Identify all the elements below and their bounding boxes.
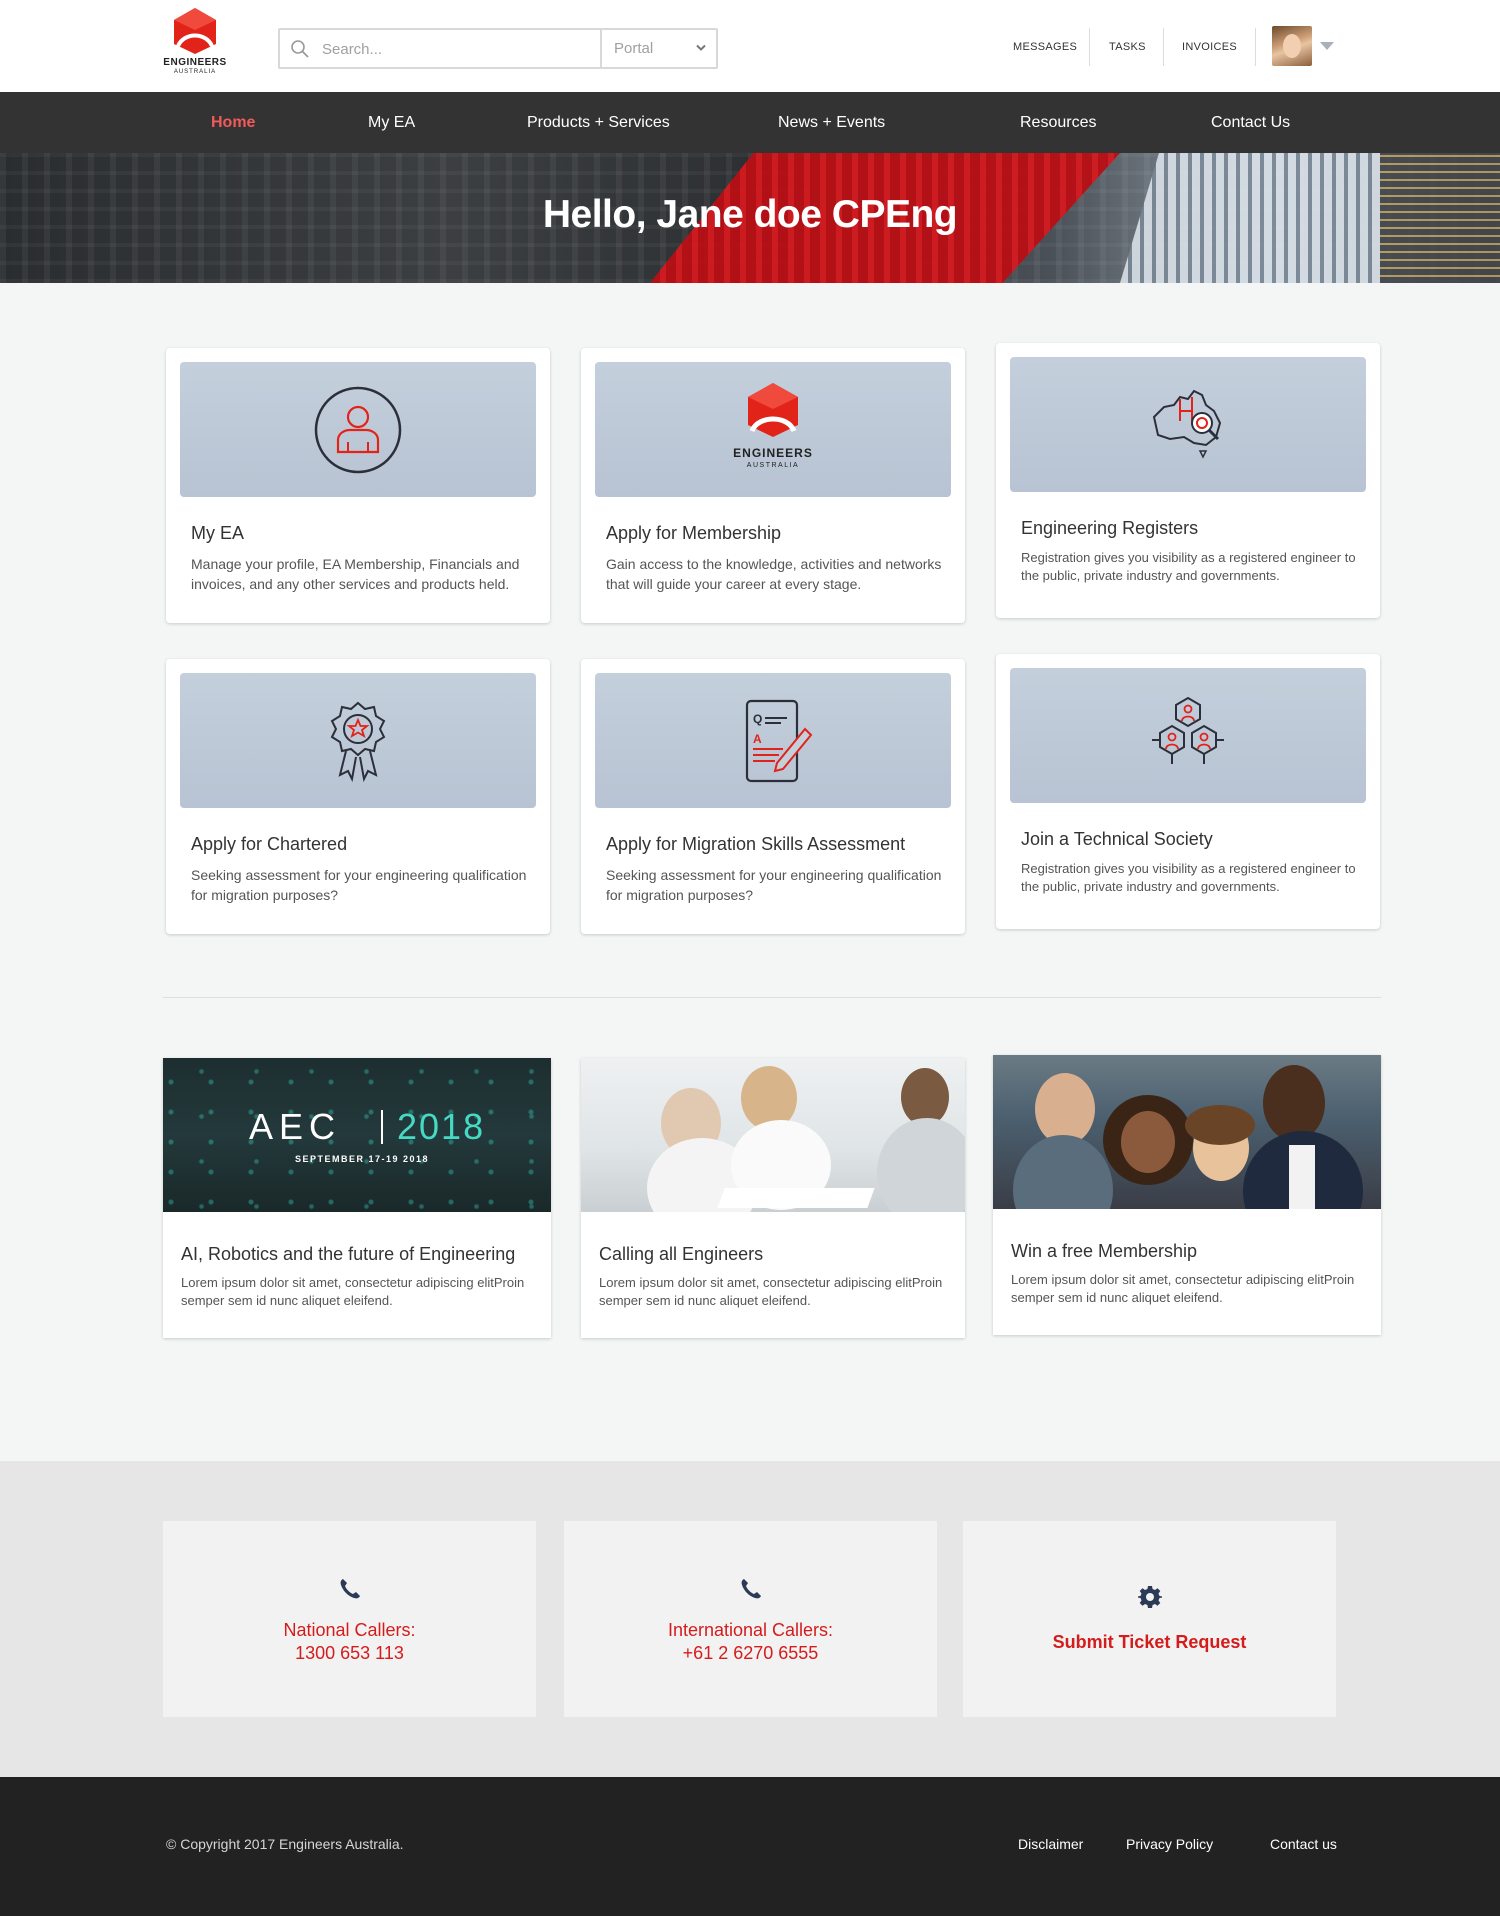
nav-news-events[interactable]: News + Events <box>778 92 885 153</box>
avatar[interactable] <box>1272 26 1312 66</box>
footer: © Copyright 2017 Engineers Australia. Di… <box>0 1777 1500 1916</box>
award-badge-icon <box>330 701 386 782</box>
international-callers-number[interactable]: +61 2 6270 6555 <box>564 1642 937 1665</box>
photo-table-paper <box>717 1188 875 1208</box>
card-title: Join a Technical Society <box>1021 829 1213 849</box>
nav-products-services[interactable]: Products + Services <box>527 92 670 153</box>
logo-text-australia: AUSTRALIA <box>173 69 217 75</box>
card-title: Apply for Chartered <box>191 834 348 854</box>
news-description: Lorem ipsum dolor sit amet, consectetur … <box>181 1275 525 1308</box>
card-description: Gain access to the knowledge, activities… <box>606 556 942 592</box>
svg-text:A: A <box>753 732 762 746</box>
gear-icon <box>1137 1586 1162 1608</box>
aec-banner-date: SEPTEMBER 17-19 2018 <box>295 1154 430 1164</box>
national-callers-label: National Callers: <box>283 1620 416 1640</box>
news-card-ai-robotics[interactable]: AEC 2018 SEPTEMBER 17-19 2018 AI, Roboti… <box>163 1058 551 1338</box>
nav-home[interactable]: Home <box>211 92 255 153</box>
international-callers-box[interactable]: International Callers: +61 2 6270 6555 <box>564 1521 937 1717</box>
footer-contact-link[interactable]: Contact us <box>1270 1836 1337 1852</box>
photo-person <box>1263 1065 1325 1141</box>
aec-banner-word: AEC <box>249 1106 342 1147</box>
news-description: Lorem ipsum dolor sit amet, consectetur … <box>599 1275 943 1308</box>
top-link-separator <box>1163 28 1164 66</box>
nav-resources[interactable]: Resources <box>1020 92 1096 153</box>
support-section: National Callers: 1300 653 113 Internati… <box>0 1461 1500 1777</box>
caret-down-icon[interactable] <box>1320 42 1334 50</box>
card-thumb: ENGINEERS AUSTRALIA <box>595 362 951 497</box>
happy-group-photo <box>993 1055 1381 1209</box>
footer-privacy-link[interactable]: Privacy Policy <box>1126 1836 1213 1852</box>
card-thumb: Q A <box>595 673 951 808</box>
card-engineering-registers[interactable]: Engineering Registers Registration gives… <box>996 343 1380 618</box>
card-thumb <box>1010 357 1366 492</box>
card-migration-skills[interactable]: Q A Apply for Migration Skills Assessmen… <box>581 659 965 934</box>
aec-banner-separator <box>381 1110 383 1144</box>
footer-disclaimer-link[interactable]: Disclaimer <box>1018 1836 1083 1852</box>
card-description: Seeking assessment for your engineering … <box>191 867 527 903</box>
photo-person <box>1013 1135 1113 1209</box>
card-apply-chartered[interactable]: Apply for Chartered Seeking assessment f… <box>166 659 550 934</box>
top-header: ENGINEERS AUSTRALIA Portal MESSAGES TASK… <box>0 0 1500 92</box>
section-divider <box>163 997 1381 998</box>
news-title: Calling all Engineers <box>599 1244 764 1264</box>
ea-logo-icon: ENGINEERS AUSTRALIA <box>733 382 813 469</box>
card-description: Manage your profile, EA Membership, Fina… <box>191 556 520 592</box>
svg-text:Q: Q <box>753 712 762 726</box>
top-link-separator <box>1089 28 1090 66</box>
phone-icon <box>340 1579 360 1599</box>
engineers-meeting-photo <box>581 1058 965 1212</box>
news-card-win-membership[interactable]: Win a free Membership Lorem ipsum dolor … <box>993 1055 1381 1335</box>
svg-text:ENGINEERS: ENGINEERS <box>733 446 813 460</box>
card-description: Registration gives you visibility as a r… <box>1021 861 1356 894</box>
news-card-calling-engineers[interactable]: Calling all Engineers Lorem ipsum dolor … <box>581 1058 965 1338</box>
main-nav: Home My EA Products + Services News + Ev… <box>0 92 1500 153</box>
news-title: Win a free Membership <box>1011 1241 1198 1261</box>
card-title: Engineering Registers <box>1021 518 1199 538</box>
card-description: Seeking assessment for your engineering … <box>606 867 942 903</box>
photo-person <box>1185 1105 1255 1145</box>
card-description: Registration gives you visibility as a r… <box>1021 550 1356 583</box>
invoices-link[interactable]: INVOICES <box>1182 28 1237 66</box>
hero-greeting: Hello, Jane doe CPEng <box>542 193 958 236</box>
avatar-face <box>1283 34 1301 58</box>
aec-banner-year: 2018 <box>397 1106 486 1147</box>
card-thumb <box>180 673 536 808</box>
user-circle-icon <box>314 386 402 473</box>
submit-ticket-box[interactable]: Submit Ticket Request <box>963 1521 1336 1717</box>
card-title: Apply for Migration Skills Assessment <box>606 834 906 854</box>
messages-link[interactable]: MESSAGES <box>1013 28 1077 66</box>
card-technical-society[interactable]: Join a Technical Society Registration gi… <box>996 654 1380 929</box>
network-hexagon-icon <box>1152 696 1224 764</box>
tasks-link[interactable]: TASKS <box>1109 28 1146 66</box>
card-apply-membership[interactable]: ENGINEERS AUSTRALIA Apply for Membership… <box>581 348 965 623</box>
aec-2018-banner-image: AEC 2018 SEPTEMBER 17-19 2018 <box>163 1058 551 1212</box>
photo-person <box>877 1118 965 1212</box>
submit-ticket-label: Submit Ticket Request <box>1052 1632 1247 1652</box>
photo-shirt <box>1289 1145 1315 1209</box>
card-title: Apply for Membership <box>606 523 782 543</box>
hero-banner: Hello, Jane doe CPEng <box>0 153 1500 283</box>
qa-document-icon: Q A <box>745 699 813 782</box>
svg-text:AUSTRALIA: AUSTRALIA <box>747 462 799 469</box>
international-callers-label: International Callers: <box>667 1620 834 1640</box>
national-callers-number[interactable]: 1300 653 113 <box>163 1642 536 1665</box>
news-title: AI, Robotics and the future of Engineeri… <box>181 1244 516 1264</box>
top-link-separator <box>1255 28 1256 66</box>
australia-map-search-icon <box>1152 389 1222 459</box>
copyright-text: © Copyright 2017 Engineers Australia. <box>166 1836 404 1852</box>
nav-my-ea[interactable]: My EA <box>368 92 415 153</box>
photo-person <box>1121 1111 1175 1173</box>
national-callers-box[interactable]: National Callers: 1300 653 113 <box>163 1521 536 1717</box>
news-description: Lorem ipsum dolor sit amet, consectetur … <box>1011 1272 1355 1305</box>
card-my-ea[interactable]: My EA Manage your profile, EA Membership… <box>166 348 550 623</box>
card-thumb <box>1010 668 1366 803</box>
card-thumb <box>180 362 536 497</box>
nav-contact-us[interactable]: Contact Us <box>1211 92 1290 153</box>
card-title: My EA <box>191 523 245 543</box>
phone-icon <box>741 1579 761 1599</box>
